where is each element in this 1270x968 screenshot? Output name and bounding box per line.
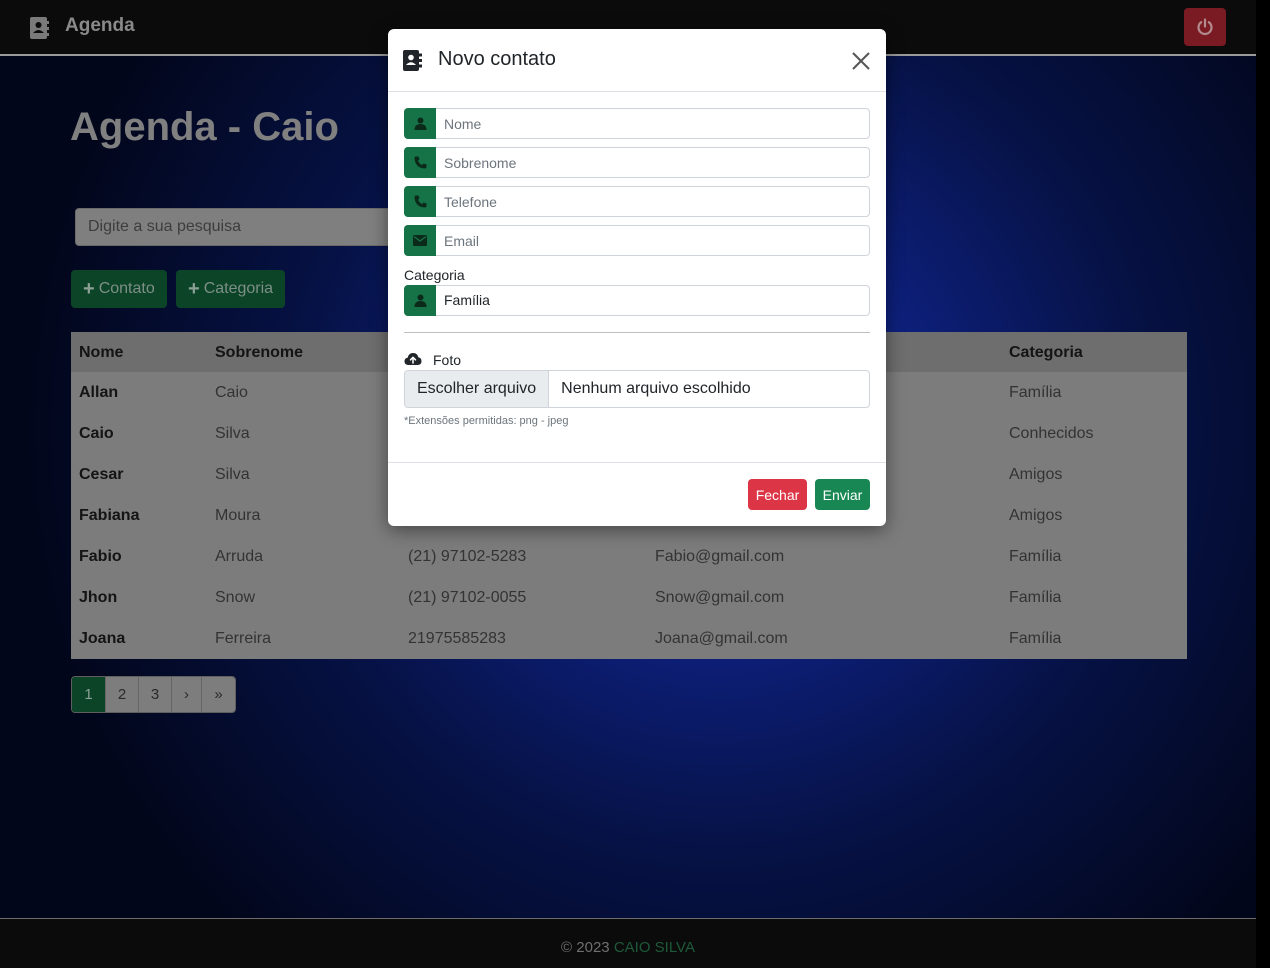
add-category-button[interactable]: + Categoria [176, 270, 286, 308]
file-extensions-hint: *Extensões permitidas: png - jpeg [404, 415, 569, 427]
page-title: Agenda - Caio [70, 105, 339, 149]
choose-file-button[interactable]: Escolher arquivo [405, 371, 550, 407]
table-row-nome[interactable]: Jhon [79, 589, 117, 607]
pagination: 1 2 3 › » [71, 676, 236, 713]
table-row-telefone: (21) 97102-0055 [408, 589, 527, 606]
table-row-nome[interactable]: Fabiana [79, 507, 139, 525]
table-row-nome[interactable]: Allan [79, 384, 118, 402]
table-row-sobrenome: Snow [215, 589, 256, 606]
table-row-categoria: Família [1009, 548, 1062, 565]
address-book-icon [403, 50, 422, 71]
cloud-upload-icon [404, 353, 422, 365]
category-label: Categoria [404, 267, 465, 283]
modal-footer-divider [388, 462, 886, 463]
email-field[interactable] [436, 225, 870, 256]
table-row-nome[interactable]: Joana [79, 630, 125, 648]
table-row-categoria: Família [1009, 630, 1062, 647]
table-row-sobrenome: Caio [215, 384, 248, 401]
phone-icon [404, 147, 436, 178]
plus-icon: + [188, 277, 200, 300]
phone-icon [404, 186, 436, 217]
sobrenome-input-group [404, 147, 870, 178]
table-row-categoria: Família [1009, 384, 1062, 401]
category-input-group: Família [404, 285, 870, 316]
table-row-email: Snow@gmail.com [655, 589, 785, 606]
table-row-categoria: Família [1009, 589, 1062, 606]
table-row-telefone: 21975585283 [408, 630, 506, 647]
table-row-telefone: (21) 97102-5283 [408, 548, 527, 565]
page-1-button[interactable]: 1 [72, 677, 106, 712]
category-select[interactable]: Família [436, 285, 870, 316]
address-book-icon [30, 17, 49, 39]
telefone-input-group [404, 186, 870, 217]
plus-icon: + [83, 277, 95, 300]
telefone-field[interactable] [436, 186, 870, 217]
table-row-email: Fabio@gmail.com [655, 548, 785, 565]
table-row-nome[interactable]: Fabio [79, 548, 122, 566]
table-row-sobrenome: Moura [215, 507, 261, 524]
sobrenome-field[interactable] [436, 147, 870, 178]
header-sobrenome: Sobrenome [215, 344, 304, 361]
add-contact-label: Contato [98, 280, 155, 297]
author-link[interactable]: CAIO SILVA [614, 939, 695, 956]
close-button[interactable]: Fechar [748, 479, 807, 510]
add-category-label: Categoria [203, 280, 274, 297]
table-row-sobrenome: Silva [215, 425, 250, 442]
table-row-sobrenome: Arruda [215, 548, 264, 565]
user-icon [404, 108, 436, 139]
last-page-button[interactable]: » [202, 677, 235, 712]
next-page-button[interactable]: › [172, 677, 202, 712]
file-status: Nenhum arquivo escolhido [561, 380, 751, 397]
footer: © 2023 CAIO SILVA [0, 918, 1256, 968]
table-row-sobrenome: Silva [215, 466, 250, 483]
modal-title: Novo contato [438, 48, 556, 70]
table-row-categoria: Amigos [1009, 466, 1063, 483]
table-row-email: Joana@gmail.com [655, 630, 788, 647]
header-categoria: Categoria [1009, 344, 1083, 361]
page-edge [1256, 0, 1270, 968]
page-3-button[interactable]: 3 [139, 677, 172, 712]
email-input-group [404, 225, 870, 256]
close-icon[interactable] [851, 51, 871, 71]
photo-label: Foto [433, 352, 462, 368]
page-2-button[interactable]: 2 [106, 677, 139, 712]
table-row-categoria: Conhecidos [1009, 425, 1094, 442]
submit-button[interactable]: Enviar [815, 479, 870, 510]
header-nome: Nome [79, 344, 124, 361]
table-row-nome[interactable]: Caio [79, 425, 114, 443]
new-contact-modal: Novo contato Nome Sobrenome Telefone Ema… [388, 29, 886, 526]
table-row-categoria: Amigos [1009, 507, 1063, 524]
table-row-sobrenome: Ferreira [215, 630, 272, 647]
table-row-nome[interactable]: Cesar [79, 466, 123, 484]
modal-header: Novo contato [388, 29, 886, 92]
nome-field[interactable] [436, 108, 870, 139]
brand-title[interactable]: Agenda [65, 15, 135, 37]
add-contact-button[interactable]: + Contato [71, 270, 167, 308]
divider [404, 332, 870, 333]
nome-input-group [404, 108, 870, 139]
power-icon [1197, 18, 1213, 36]
user-icon [404, 285, 436, 316]
copyright-text: © 2023 [561, 939, 610, 956]
footer-text: © 2023 CAIO SILVA [0, 939, 1256, 956]
envelope-icon [404, 225, 436, 256]
search-input[interactable]: Digite a sua pesquisa [75, 208, 405, 246]
photo-file-input[interactable]: Escolher arquivo Nenhum arquivo escolhid… [404, 370, 870, 408]
logout-button[interactable] [1184, 8, 1226, 46]
